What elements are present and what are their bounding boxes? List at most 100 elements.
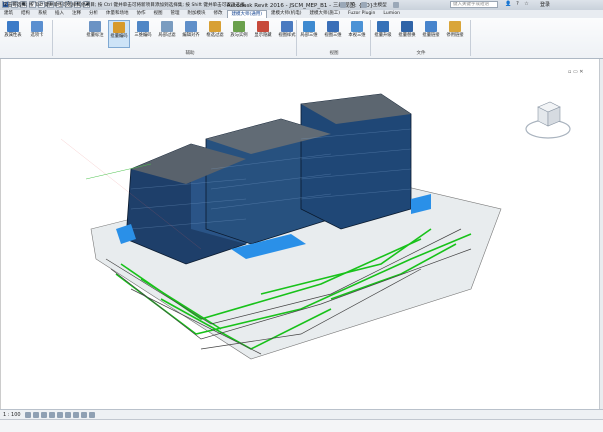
tab-11[interactable]: 修改 xyxy=(210,10,227,18)
ribbon-button-label: 批量编码 xyxy=(110,34,128,39)
ribbon-panel-label: 辅助 xyxy=(185,51,195,56)
tab-14[interactable]: 建模大师(施工) xyxy=(306,10,345,18)
ribbon-button-4[interactable]: 三维编码 xyxy=(132,20,154,48)
user-icon[interactable]: 👤 xyxy=(505,1,512,8)
ribbon-button-label: 编辑对齐 xyxy=(182,33,200,38)
tab-8[interactable]: 视图 xyxy=(150,10,167,18)
ribbon-button-label: 视图样式 xyxy=(278,33,296,38)
batch-code-icon xyxy=(113,22,125,33)
crop-icon[interactable] xyxy=(64,411,71,418)
ribbon-button-label: 批量链接 xyxy=(422,33,440,38)
view-scale[interactable]: 1 : 100 xyxy=(3,412,21,418)
ribbon-button-5[interactable]: 局部过滤 xyxy=(156,20,178,48)
ribbon-button-label: 停用链接 xyxy=(446,33,464,38)
ribbon-button-label: 选项卡 xyxy=(30,33,44,38)
lock-icon[interactable] xyxy=(72,411,79,418)
batch-link-icon xyxy=(425,21,437,32)
status-bar xyxy=(0,419,603,432)
ribbon-button-label: 批量升级 xyxy=(374,33,392,38)
ribbon-separator xyxy=(370,20,371,56)
current-3d-icon xyxy=(351,21,363,32)
detail-level-icon[interactable] xyxy=(24,411,31,418)
tab-5[interactable]: 分析 xyxy=(85,10,102,18)
tab-12[interactable]: 建模大师(通用) xyxy=(226,10,268,18)
ribbon: 族属性表 选项卡 批量标注 批量编码 三维编码 局部过滤 编辑对齐 框选过滤 族与实例 显示隐藏视… xyxy=(0,18,603,59)
view-style-icon xyxy=(281,21,293,32)
tab-10[interactable]: 附加模块 xyxy=(184,10,210,18)
login-button[interactable]: 登录 xyxy=(540,1,550,8)
tab-3[interactable]: 插入 xyxy=(51,10,68,18)
ribbon-button-label: 族属性表 xyxy=(4,33,22,38)
ribbon-button-label: 族与实例 xyxy=(230,33,248,38)
vertical-scrollbar[interactable] xyxy=(599,59,603,409)
viewcube-icon[interactable] xyxy=(522,93,574,143)
worksets-icon[interactable] xyxy=(340,2,346,8)
window-controls: 👤 ? ☆ xyxy=(505,1,530,8)
ribbon-button-12[interactable]: 视图三维 xyxy=(322,20,344,48)
ribbon-button-7[interactable]: 框选过滤 xyxy=(204,20,226,48)
viewport-controls[interactable]: ▫ ▭ ✕ xyxy=(568,69,583,75)
filter-count: 0 xyxy=(352,2,355,8)
local-3d-icon xyxy=(303,21,315,32)
ribbon-button-8[interactable]: 族与实例 xyxy=(228,20,250,48)
align-icon xyxy=(185,21,197,32)
ribbon-separator xyxy=(52,20,53,56)
instance-icon xyxy=(233,21,245,32)
ribbon-button-3[interactable]: 批量编码 xyxy=(108,20,130,48)
batch-tag-icon xyxy=(89,21,101,32)
tab-7[interactable]: 协作 xyxy=(133,10,150,18)
building-model xyxy=(60,93,502,360)
ribbon-button-11[interactable]: 局部三维 xyxy=(298,20,320,48)
visual-style-icon[interactable] xyxy=(32,411,39,418)
tab-9[interactable]: 管理 xyxy=(167,10,184,18)
tab-0[interactable]: 建筑 xyxy=(0,10,17,18)
box-filter-icon xyxy=(209,21,221,32)
star-icon[interactable]: ☆ xyxy=(523,1,530,8)
ribbon-button-label: 三维编码 xyxy=(134,33,152,38)
batch-upgrade-icon xyxy=(377,21,389,32)
ribbon-button-label: 框选过滤 xyxy=(206,33,224,38)
sun-path-icon[interactable] xyxy=(40,411,47,418)
tab-16[interactable]: Lumion xyxy=(379,10,404,18)
status-right-tools: 0 主模型 xyxy=(340,2,399,8)
tab-1[interactable]: 结构 xyxy=(17,10,34,18)
3d-viewport[interactable] xyxy=(0,59,600,409)
tab-4[interactable]: 注释 xyxy=(68,10,85,18)
ribbon-button-6[interactable]: 编辑对齐 xyxy=(180,20,202,48)
ribbon-button-9[interactable]: 显示隐藏 xyxy=(252,20,274,48)
ribbon-button-14[interactable]: 批量升级 xyxy=(372,20,394,48)
search-input[interactable]: 键入关键字或短语 xyxy=(450,1,498,8)
render-icon[interactable] xyxy=(56,411,63,418)
unlink-icon xyxy=(449,21,461,32)
tab-6[interactable]: 体量和场地 xyxy=(102,10,133,18)
ribbon-button-10[interactable]: 视图样式 xyxy=(276,20,298,48)
ribbon-button-label: 局部过滤 xyxy=(158,33,176,38)
ribbon-button-label: 局部三维 xyxy=(300,33,318,38)
view-3d-icon xyxy=(327,21,339,32)
ribbon-button-label: 批量标注 xyxy=(86,33,104,38)
tab-2[interactable]: 系统 xyxy=(34,10,51,18)
ribbon-button-1[interactable]: 选项卡 xyxy=(26,20,48,48)
ribbon-button-15[interactable]: 批量替换 xyxy=(396,20,418,48)
family-table-icon xyxy=(7,21,19,32)
ribbon-button-label: 显示隐藏 xyxy=(254,33,272,38)
help-icon[interactable]: ? xyxy=(514,1,521,8)
tab-15[interactable]: Fuzor Plugin xyxy=(344,10,379,18)
ribbon-button-0[interactable]: 族属性表 xyxy=(2,20,24,48)
ribbon-button-13[interactable]: 本视三维 xyxy=(346,20,368,48)
hide-isolate-icon[interactable] xyxy=(80,411,87,418)
ribbon-button-16[interactable]: 批量链接 xyxy=(420,20,442,48)
batch-replace-icon xyxy=(401,21,413,32)
ribbon-button-2[interactable]: 批量标注 xyxy=(84,20,106,48)
reveal-icon[interactable] xyxy=(88,411,95,418)
filter-icon[interactable] xyxy=(392,2,399,8)
ribbon-separator xyxy=(296,20,297,56)
design-options-icon[interactable] xyxy=(360,2,367,8)
ribbon-button-17[interactable]: 停用链接 xyxy=(444,20,466,48)
ribbon-separator xyxy=(470,20,471,56)
ribbon-button-label: 视图三维 xyxy=(324,33,342,38)
ribbon-panel-label: 视图 xyxy=(329,51,339,56)
tab-icon xyxy=(31,21,43,32)
shadows-icon[interactable] xyxy=(48,411,55,418)
tab-13[interactable]: 建模大师(机电) xyxy=(267,10,306,18)
